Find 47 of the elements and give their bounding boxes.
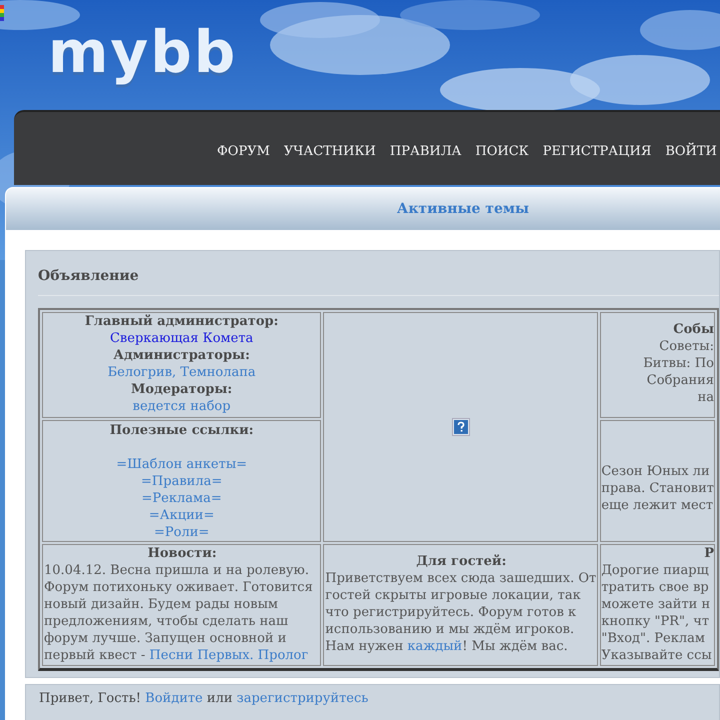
cell-text: "Вход". Реклам [601,631,705,646]
cell-text: Указывайте ссы [601,648,712,663]
cell-text: кнопку "PR", чт [601,614,710,629]
link[interactable]: Белогрив, Темнолапа [108,365,256,380]
user-link[interactable]: Сверкающая Комета [110,331,254,346]
nav-link[interactable]: ВОЙТИ [665,142,717,162]
cell-text: на [698,390,714,405]
flag-icon [0,5,4,21]
cell-text: Дорогие пиарщ [601,563,709,578]
cell-heading: Полезные ссылки: [110,423,254,438]
nav-link[interactable]: РЕГИСТРАЦИЯ [542,142,652,162]
link[interactable]: ведется набор [132,399,231,414]
cell-heading: Для гостей: [416,554,506,569]
cell-text: Сезон Юных ли [601,464,710,479]
nav-link[interactable]: ПОИСК [475,142,529,162]
cell-text: можете зайти н [601,597,710,612]
text-link[interactable]: зарегистрируйтесь [236,691,368,706]
cell-heading: Р [704,546,714,561]
link[interactable]: =Роли= [154,525,210,540]
announcement-title: Объявление [38,267,139,286]
nav-link[interactable]: ФОРУМ [217,142,270,162]
broken-image-icon [452,418,470,436]
greeting-text: Привет, Гость! Войдите или зарегистрируйтесь [39,690,370,708]
cell-text: еще лежит мест [601,498,714,513]
cell-heading: Администраторы: [113,348,250,363]
cell-heading: Собы [673,322,714,337]
cell-heading: Новости: [148,546,217,561]
active-topics-link[interactable]: Активные темы [396,198,530,220]
cell-text: Собрания [646,373,714,388]
cell-heading: Модераторы: [131,382,232,397]
link[interactable]: =Реклама= [142,491,222,506]
nav-link[interactable]: ПРАВИЛА [390,142,462,162]
link[interactable]: =Правила= [141,474,222,489]
link[interactable]: =Акции= [148,508,214,523]
cell-text: права. Становит [601,481,714,496]
logo[interactable]: mybb [48,22,238,82]
nav-link[interactable]: УЧАСТНИКИ [284,142,376,162]
text-link[interactable]: Песни Первых. Пролог [149,648,308,663]
cell-text: Советы: [659,339,714,354]
news-text: 10.04.12. Весна пришла и на ролевую. Форум потихоньку оживает. Готовится новый дизайн. Будем рады новым предложениям, чтобы сделать наш форум лучше. Запущен основной и первый квест - Песни Первых. Пролог [44,562,314,664]
link[interactable]: =Шаблон анкеты= [116,457,248,472]
cell-heading: Главный администратор: [84,314,278,329]
text-link[interactable]: каждый [407,639,462,654]
text-link[interactable]: Войдите [145,691,203,706]
cell-text: тратить свое вр [601,580,709,595]
guests-text: Приветствуем всех сюда зашедших. От гостей скрыты игровые локации, так что регистрируйтесь. Форум готов к использованию и мы ждём игроков. Нам нужен каждый! Мы ждём вас. [325,570,598,655]
cell-text: Битвы: По [643,356,714,371]
